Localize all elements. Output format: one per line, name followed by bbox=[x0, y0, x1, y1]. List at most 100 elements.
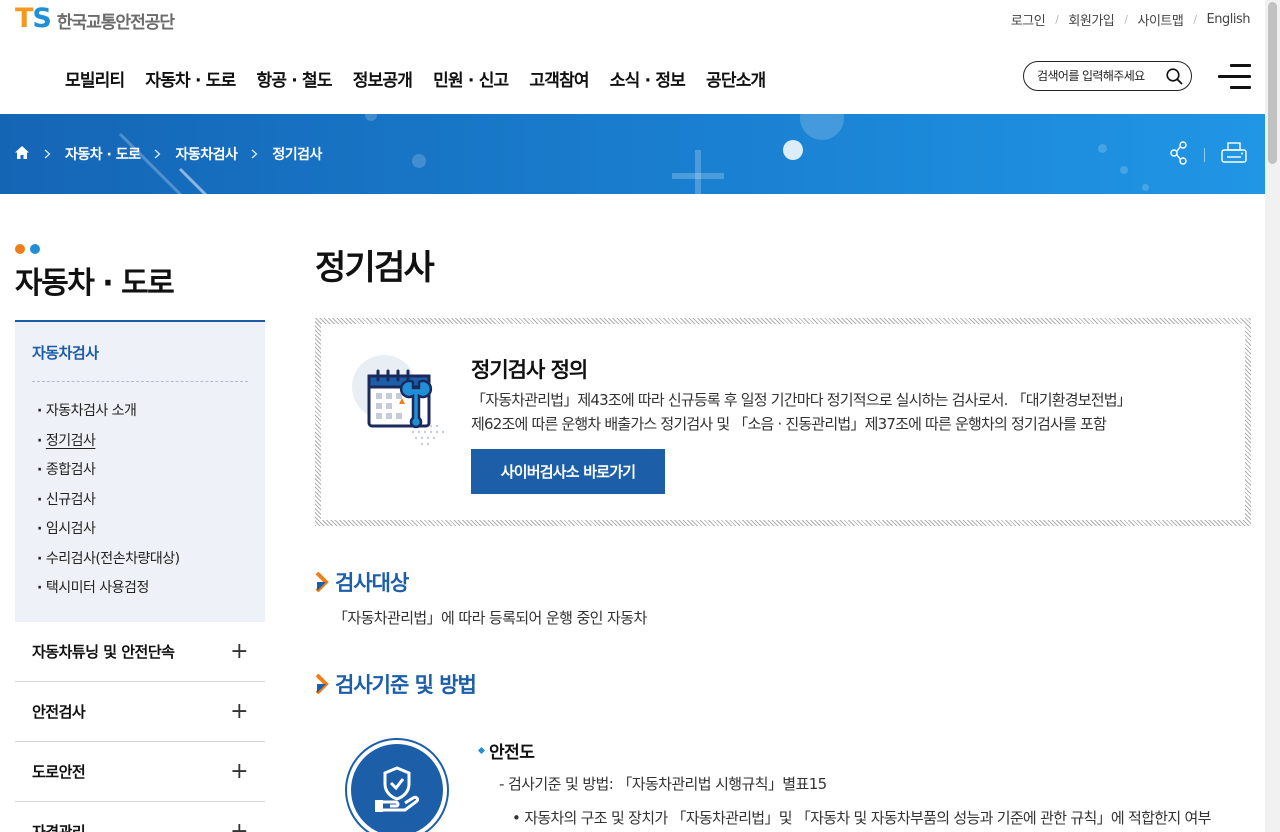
share-icon[interactable] bbox=[1170, 140, 1188, 170]
standard-line: - 검사기준 및 방법: 「자동차관리법 시행규칙」별표15 bbox=[499, 775, 827, 793]
divider bbox=[32, 381, 248, 382]
page-title: 정기검사 bbox=[315, 248, 435, 288]
standard-detail: • 자동차의 구조 및 장치가 「자동차관리법」및 「자동차 및 자동차부품의 … bbox=[512, 809, 1211, 827]
sidebar-item-tuning[interactable]: 자동차튜닝 및 안전단속 + bbox=[15, 622, 265, 682]
print-icon[interactable] bbox=[1221, 142, 1247, 168]
utility-links: 로그인 / 회원가입 / 사이트맵 / English bbox=[1011, 10, 1251, 29]
gnb-item-news[interactable]: 소식 · 정보 bbox=[610, 66, 686, 91]
decor-dot bbox=[412, 154, 426, 168]
login-link[interactable]: 로그인 bbox=[1011, 10, 1046, 29]
section-heading-standard: 검사기준 및 방법 bbox=[315, 669, 477, 699]
subheading-text: 안전도 bbox=[489, 743, 535, 763]
gnb-item-civil-report[interactable]: 민원 · 신고 bbox=[433, 66, 509, 91]
sidebar-subitem-label: 임시검사 bbox=[45, 521, 96, 537]
logo-mark-s: S bbox=[32, 2, 51, 34]
section-heading-text: 검사대상 bbox=[335, 571, 409, 595]
hamburger-icon[interactable] bbox=[1218, 64, 1251, 90]
sidebar-subitem-temporary[interactable]: 임시검사 bbox=[37, 518, 180, 548]
search-input[interactable] bbox=[1037, 69, 1162, 83]
sidebar-subitem-repair[interactable]: 수리검사(전손차량대상) bbox=[37, 548, 180, 578]
site-logo[interactable]: TS 한국교통안전공단 bbox=[15, 2, 175, 34]
sidebar-section-car-inspection[interactable]: 자동차검사 bbox=[32, 342, 99, 363]
definition-line: 제62조에 따른 운행차 배출가스 정기검사 및 「소음 · 진동관리법」제37… bbox=[471, 415, 1107, 433]
sidebar-subitem-taximeter[interactable]: 택시미터 사용검정 bbox=[37, 577, 180, 607]
home-icon[interactable] bbox=[14, 145, 30, 164]
chevron-right-icon bbox=[154, 149, 161, 159]
subheading-safety: 안전도 bbox=[477, 738, 535, 763]
decor-dot bbox=[1120, 166, 1128, 174]
sidebar-item-road-safety[interactable]: 도로안전 + bbox=[15, 742, 265, 802]
decor-plus bbox=[672, 150, 724, 194]
sidebar-subitem-label: 신규검사 bbox=[45, 491, 96, 508]
global-nav: 모빌리티 자동차 · 도로 항공 · 철도 정보공개 민원 · 신고 고객참여 … bbox=[65, 66, 766, 91]
shield-hand-icon bbox=[345, 738, 449, 832]
sidebar-subitem-label: 수리검사(전손차량대상) bbox=[45, 550, 180, 567]
definition-box: 정기검사 정의 「자동차관리법」제43조에 따라 신규등록 후 일정 기간마다 … bbox=[315, 318, 1251, 526]
plus-icon: + bbox=[230, 639, 248, 664]
breadcrumb: 자동차 · 도로 자동차검사 정기검사 bbox=[14, 114, 322, 194]
dot-blue bbox=[30, 244, 40, 254]
gnb-item-about[interactable]: 공단소개 bbox=[706, 66, 766, 91]
sidebar-subitem-label: 종합검사 bbox=[45, 462, 96, 478]
page-scrollbar[interactable] bbox=[1265, 0, 1280, 832]
breadcrumb-item[interactable]: 자동차 · 도로 bbox=[65, 144, 141, 164]
diamond-bullet-icon bbox=[477, 746, 486, 755]
sidebar-subitem-new[interactable]: 신규검사 bbox=[37, 489, 180, 519]
tool-divider bbox=[1204, 148, 1205, 162]
decor-dot bbox=[1142, 184, 1149, 191]
sidebar-active-group: 자동차검사 자동차검사 소개 정기검사 종합검사 신규검사 임시검사 수리검사(… bbox=[15, 320, 265, 622]
sidebar-item-label: 안전검사 bbox=[32, 703, 86, 721]
logo-mark-t: T bbox=[15, 2, 33, 34]
search-icon[interactable] bbox=[1166, 68, 1183, 89]
sidebar-subitem-label: 택시미터 사용검정 bbox=[45, 580, 150, 596]
decor-dot bbox=[1098, 144, 1107, 153]
definition-text: 「자동차관리법」제43조에 따라 신규등록 후 일정 기간마다 정기적으로 실시… bbox=[471, 388, 1191, 436]
gnb-item-mobility[interactable]: 모빌리티 bbox=[65, 66, 125, 91]
plus-icon: + bbox=[230, 819, 248, 832]
gnb-item-air-rail[interactable]: 항공 · 철도 bbox=[256, 66, 332, 91]
search-box bbox=[1023, 61, 1192, 91]
sidebar-subitem-intro[interactable]: 자동차검사 소개 bbox=[37, 400, 180, 430]
chevron-bullet-icon bbox=[315, 674, 329, 694]
sidebar-item-label: 도로안전 bbox=[32, 763, 86, 781]
calendar-wrench-icon bbox=[351, 354, 451, 454]
chevron-right-icon bbox=[44, 149, 51, 159]
cyber-inspection-button[interactable]: 사이버검사소 바로가기 bbox=[471, 449, 665, 494]
breadcrumb-current: 정기검사 bbox=[272, 147, 322, 163]
sidebar-subitem-label: 정기검사 bbox=[45, 432, 96, 449]
util-separator: / bbox=[1193, 13, 1197, 26]
scrollbar-thumb[interactable] bbox=[1268, 2, 1277, 164]
section-heading-target: 검사대상 bbox=[315, 567, 409, 597]
util-separator: / bbox=[1124, 13, 1128, 26]
sidebar-item-label: 자격관리 bbox=[32, 823, 86, 832]
title-dots bbox=[15, 244, 40, 254]
chevron-right-icon bbox=[251, 149, 258, 159]
sitemap-link[interactable]: 사이트맵 bbox=[1137, 10, 1183, 29]
sidebar-subitem-comprehensive[interactable]: 종합검사 bbox=[37, 459, 180, 489]
plus-icon: + bbox=[230, 759, 248, 784]
sidebar-item-label: 자동차튜닝 및 안전단속 bbox=[32, 643, 175, 661]
definition-line: 「자동차관리법」제43조에 따라 신규등록 후 일정 기간마다 정기적으로 실시… bbox=[471, 391, 1132, 409]
sidebar-subitem-periodic[interactable]: 정기검사 bbox=[37, 430, 180, 460]
sidebar-item-license[interactable]: 자격관리 + bbox=[15, 802, 265, 832]
plus-icon: + bbox=[230, 699, 248, 724]
breadcrumb-item[interactable]: 자동차검사 bbox=[175, 144, 237, 164]
gnb-item-customer[interactable]: 고객참여 bbox=[529, 66, 589, 91]
target-text: 「자동차관리법」에 따라 등록되어 운행 중인 자동차 bbox=[333, 609, 647, 627]
gnb-item-info-disclosure[interactable]: 정보공개 bbox=[353, 66, 413, 91]
chevron-bullet-icon bbox=[315, 572, 329, 592]
sidebar-subitem-label: 자동차검사 소개 bbox=[45, 403, 137, 419]
sidebar-title: 자동차 · 도로 bbox=[15, 266, 175, 301]
sidebar-sub-list: 자동차검사 소개 정기검사 종합검사 신규검사 임시검사 수리검사(전손차량대상… bbox=[37, 400, 180, 607]
section-heading-text: 검사기준 및 방법 bbox=[335, 673, 477, 697]
signup-link[interactable]: 회원가입 bbox=[1068, 10, 1114, 29]
english-link[interactable]: English bbox=[1207, 12, 1251, 27]
gnb-item-car-road[interactable]: 자동차 · 도로 bbox=[145, 66, 236, 91]
definition-title: 정기검사 정의 bbox=[471, 358, 588, 382]
logo-mark: TS bbox=[15, 2, 52, 34]
util-separator: / bbox=[1055, 13, 1059, 26]
page-tools bbox=[1170, 140, 1247, 170]
decor-dot bbox=[783, 140, 803, 160]
sidebar-item-safety-inspection[interactable]: 안전검사 + bbox=[15, 682, 265, 742]
logo-text: 한국교통안전공단 bbox=[56, 13, 175, 33]
